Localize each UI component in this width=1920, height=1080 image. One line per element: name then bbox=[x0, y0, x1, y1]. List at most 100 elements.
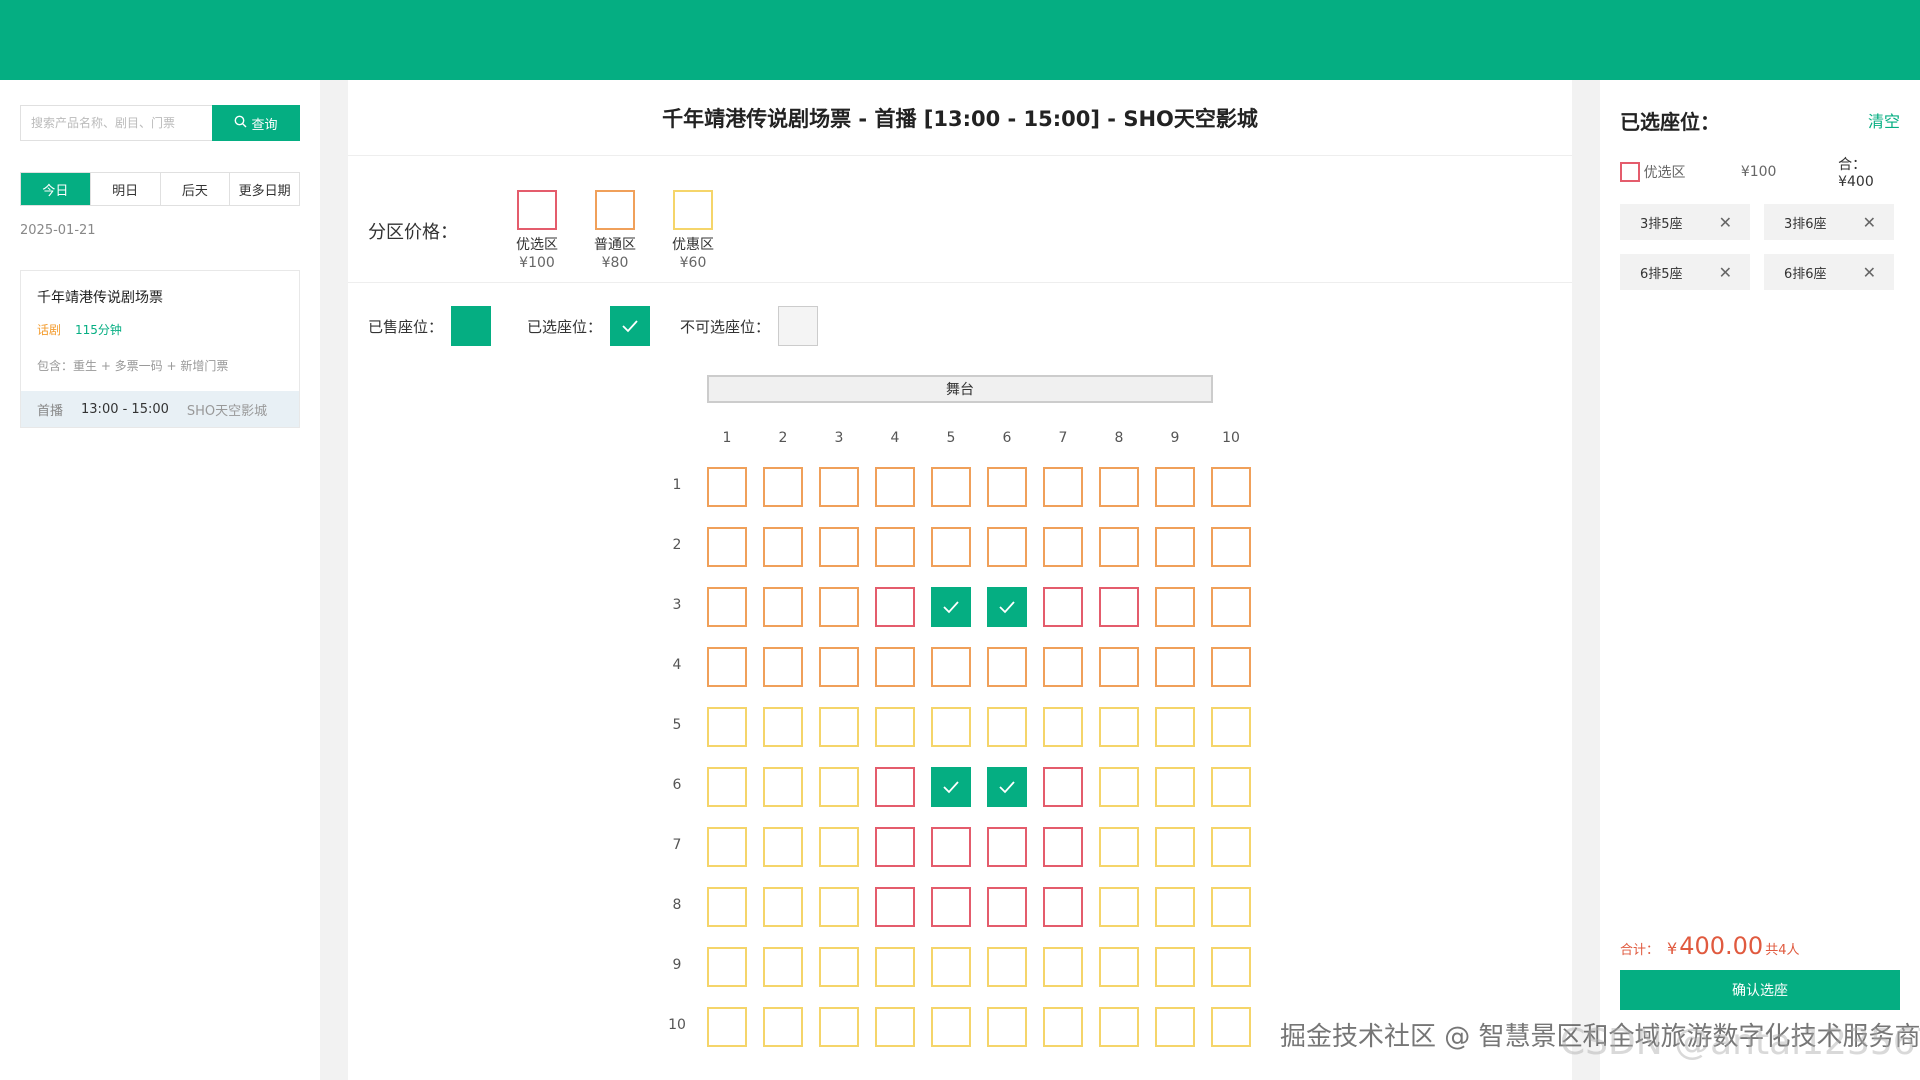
seat[interactable] bbox=[1211, 887, 1251, 927]
seat[interactable] bbox=[987, 467, 1027, 507]
seat[interactable] bbox=[1043, 767, 1083, 807]
seat[interactable] bbox=[1155, 647, 1195, 687]
seat[interactable] bbox=[1155, 887, 1195, 927]
date-tab-tomorrow[interactable]: 明日 bbox=[90, 173, 161, 205]
seat[interactable] bbox=[1155, 587, 1195, 627]
seat[interactable] bbox=[763, 767, 803, 807]
show-card[interactable]: 千年靖港传说剧场票 话剧 115分钟 包含：重生 + 多票一码 + 新增门票 首… bbox=[20, 270, 300, 428]
date-tab-day-after[interactable]: 后天 bbox=[160, 173, 231, 205]
seat-selected[interactable] bbox=[931, 767, 971, 807]
seat[interactable] bbox=[987, 707, 1027, 747]
seat[interactable] bbox=[1155, 707, 1195, 747]
seat[interactable] bbox=[875, 707, 915, 747]
seat[interactable] bbox=[1099, 767, 1139, 807]
seat[interactable] bbox=[763, 647, 803, 687]
seat[interactable] bbox=[1043, 467, 1083, 507]
seat[interactable] bbox=[875, 527, 915, 567]
seat[interactable] bbox=[763, 587, 803, 627]
close-icon[interactable]: ✕ bbox=[1863, 263, 1876, 282]
date-tab-today[interactable]: 今日 bbox=[21, 173, 91, 205]
seat[interactable] bbox=[1211, 767, 1251, 807]
seat[interactable] bbox=[1099, 947, 1139, 987]
seat[interactable] bbox=[763, 887, 803, 927]
seat[interactable] bbox=[707, 1007, 747, 1047]
seat[interactable] bbox=[931, 827, 971, 867]
show-session-item[interactable]: 首播 13:00 - 15:00 SHO天空影城 bbox=[21, 391, 299, 427]
seat[interactable] bbox=[763, 527, 803, 567]
seat[interactable] bbox=[1099, 587, 1139, 627]
seat[interactable] bbox=[1155, 527, 1195, 567]
seat[interactable] bbox=[819, 767, 859, 807]
seat[interactable] bbox=[1043, 887, 1083, 927]
seat[interactable] bbox=[931, 887, 971, 927]
close-icon[interactable]: ✕ bbox=[1719, 263, 1732, 282]
seat[interactable] bbox=[1211, 647, 1251, 687]
seat[interactable] bbox=[875, 1007, 915, 1047]
close-icon[interactable]: ✕ bbox=[1863, 213, 1876, 232]
seat[interactable] bbox=[1043, 827, 1083, 867]
seat-selected[interactable] bbox=[931, 587, 971, 627]
seat[interactable] bbox=[819, 887, 859, 927]
seat[interactable] bbox=[707, 467, 747, 507]
seat[interactable] bbox=[1211, 827, 1251, 867]
seat[interactable] bbox=[819, 1007, 859, 1047]
seat[interactable] bbox=[987, 647, 1027, 687]
seat[interactable] bbox=[1043, 1007, 1083, 1047]
seat[interactable] bbox=[987, 887, 1027, 927]
seat[interactable] bbox=[875, 467, 915, 507]
seat[interactable] bbox=[707, 827, 747, 867]
seat[interactable] bbox=[1099, 1007, 1139, 1047]
seat[interactable] bbox=[707, 887, 747, 927]
seat[interactable] bbox=[819, 587, 859, 627]
seat[interactable] bbox=[707, 707, 747, 747]
seat[interactable] bbox=[987, 527, 1027, 567]
seat[interactable] bbox=[819, 827, 859, 867]
seat[interactable] bbox=[987, 947, 1027, 987]
seat[interactable] bbox=[763, 707, 803, 747]
seat[interactable] bbox=[819, 467, 859, 507]
seat[interactable] bbox=[875, 647, 915, 687]
seat[interactable] bbox=[875, 587, 915, 627]
seat[interactable] bbox=[1043, 707, 1083, 747]
seat[interactable] bbox=[819, 707, 859, 747]
seat[interactable] bbox=[875, 827, 915, 867]
seat[interactable] bbox=[1099, 707, 1139, 747]
seat[interactable] bbox=[1155, 767, 1195, 807]
seat[interactable] bbox=[875, 887, 915, 927]
clear-selection-link[interactable]: 清空 bbox=[1868, 108, 1900, 132]
seat[interactable] bbox=[931, 707, 971, 747]
seat-selected[interactable] bbox=[987, 587, 1027, 627]
seat[interactable] bbox=[1155, 947, 1195, 987]
date-tab-more-dates[interactable]: 更多日期 bbox=[230, 173, 299, 205]
seat[interactable] bbox=[931, 647, 971, 687]
seat[interactable] bbox=[1043, 527, 1083, 567]
seat[interactable] bbox=[819, 527, 859, 567]
seat[interactable] bbox=[707, 767, 747, 807]
search-input[interactable] bbox=[20, 105, 212, 141]
seat[interactable] bbox=[1211, 527, 1251, 567]
seat[interactable] bbox=[1043, 647, 1083, 687]
seat[interactable] bbox=[1155, 467, 1195, 507]
seat[interactable] bbox=[1099, 527, 1139, 567]
seat[interactable] bbox=[763, 467, 803, 507]
seat[interactable] bbox=[1099, 827, 1139, 867]
seat[interactable] bbox=[707, 947, 747, 987]
seat[interactable] bbox=[1211, 587, 1251, 627]
seat[interactable] bbox=[763, 1007, 803, 1047]
seat[interactable] bbox=[875, 767, 915, 807]
seat[interactable] bbox=[1043, 587, 1083, 627]
seat[interactable] bbox=[707, 587, 747, 627]
seat[interactable] bbox=[1155, 1007, 1195, 1047]
seat[interactable] bbox=[987, 827, 1027, 867]
seat[interactable] bbox=[707, 527, 747, 567]
seat[interactable] bbox=[1099, 647, 1139, 687]
seat[interactable] bbox=[1155, 827, 1195, 867]
seat[interactable] bbox=[819, 947, 859, 987]
search-button[interactable]: 查询 bbox=[212, 105, 300, 141]
seat[interactable] bbox=[1211, 707, 1251, 747]
seat[interactable] bbox=[763, 827, 803, 867]
seat[interactable] bbox=[931, 467, 971, 507]
seat[interactable] bbox=[1211, 467, 1251, 507]
seat[interactable] bbox=[1043, 947, 1083, 987]
seat[interactable] bbox=[819, 647, 859, 687]
